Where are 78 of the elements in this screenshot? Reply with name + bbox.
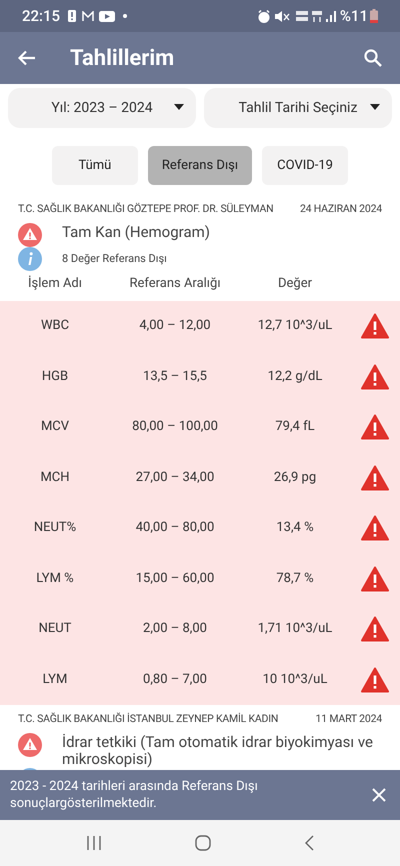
mail-icon	[82, 11, 94, 21]
warning-icon[interactable]	[361, 414, 389, 440]
test-code: LYM %	[35, 570, 75, 588]
out-of-range-count: 8 Değer Referans Dışı	[62, 250, 167, 266]
warning-icon[interactable]	[361, 616, 389, 642]
result-date: 11 MART 2024	[316, 710, 382, 726]
filter-tab[interactable]: COVID-19	[262, 146, 348, 185]
test-code: WBC	[40, 317, 70, 336]
test-name[interactable]: Tam Kan (Hemogram)	[62, 220, 210, 241]
result-value: 13,4 %	[275, 519, 315, 538]
reference-range: 4,00 – 12,00	[138, 317, 212, 336]
screen-title: Tahlillerim	[70, 44, 174, 72]
play-icon	[99, 10, 116, 22]
column-header: İşlem Adı	[27, 274, 83, 293]
home-icon[interactable]	[194, 835, 211, 851]
result-value: 78,7 %	[275, 570, 315, 588]
warning-icon[interactable]	[361, 566, 389, 592]
test-code: MCV	[40, 418, 70, 436]
mute-icon	[274, 10, 290, 22]
status-time: 22:15	[22, 6, 60, 27]
warning-icon[interactable]	[361, 464, 389, 490]
dropdown-caret-icon	[370, 104, 380, 110]
dropdown-caret-icon	[174, 104, 184, 110]
result-value: 79,4 fL	[274, 418, 316, 436]
back-arrow-icon[interactable]	[18, 50, 36, 66]
dot-icon	[123, 14, 128, 18]
result-value: 12,2 g/dL	[266, 368, 324, 386]
result-row[interactable]: MCV 80,00 – 100,00 79,4 fL	[0, 402, 400, 452]
column-header: Referans Aralığı	[128, 275, 222, 293]
reference-range: 13,5 – 15,5	[142, 368, 208, 386]
result-row[interactable]: NEUT 2,00 – 8,00 1,71 10^3/uL	[0, 604, 400, 654]
result-value: 26,9 pg	[272, 468, 318, 487]
test-name[interactable]: İdrar tetkiki (Tam otomatik idrar biyokimyası ve mikroskopisi)	[62, 730, 382, 768]
result-row[interactable]: LYM 0,80 – 7,00 10 10^3/uL	[0, 654, 400, 705]
filter-tab[interactable]: Referans Dışı	[148, 146, 252, 185]
test-code: NEUT	[38, 620, 72, 638]
result-date: 24 HAZIRAN 2024	[300, 201, 382, 217]
dropdown[interactable]: Yıl: 2023 – 2024	[8, 88, 196, 128]
alert-icon	[18, 732, 42, 756]
alert-icon	[18, 222, 42, 247]
reference-range: 40,00 – 80,00	[134, 519, 216, 538]
signal-icon	[326, 10, 336, 22]
column-header: Değer	[276, 275, 314, 293]
warning-icon[interactable]	[361, 515, 389, 541]
reference-range: 0,80 – 7,00	[142, 670, 208, 689]
warning-icon[interactable]	[361, 364, 389, 390]
result-row[interactable]: MCH 27,00 – 34,00 26,9 pg	[0, 452, 400, 503]
test-code: MCH	[39, 468, 71, 487]
result-value: 10 10^3/uL	[262, 670, 328, 689]
dropdown[interactable]: Tahlil Tarihi Seçiniz	[204, 88, 392, 128]
result-row[interactable]: NEUT% 40,00 – 80,00 13,4 %	[0, 502, 400, 554]
close-icon[interactable]	[372, 788, 386, 802]
recent-apps-icon[interactable]	[86, 836, 102, 850]
result-row[interactable]: WBC 4,00 – 12,00 12,7 10^3/uL	[0, 300, 400, 352]
result-value: 1,71 10^3/uL	[256, 620, 334, 638]
result-row[interactable]: LYM % 15,00 – 60,00 78,7 %	[0, 553, 400, 604]
test-code: HGB	[40, 368, 70, 386]
search-icon[interactable]	[364, 49, 382, 67]
reference-range: 15,00 – 60,00	[134, 570, 216, 588]
reference-range: 27,00 – 34,00	[134, 468, 216, 487]
test-code: LYM	[42, 670, 68, 689]
result-row[interactable]: HGB 13,5 – 15,5 12,2 g/dL	[0, 351, 400, 402]
back-icon[interactable]	[304, 835, 314, 851]
alarm-icon	[258, 10, 270, 22]
reference-range: 80,00 – 100,00	[131, 418, 219, 436]
test-code: NEUT%	[32, 519, 78, 538]
alert-notification-icon	[68, 10, 76, 22]
result-value: 12,7 10^3/uL	[256, 317, 334, 336]
info-icon	[18, 246, 42, 271]
warning-icon[interactable]	[361, 666, 389, 692]
battery-percent: %11	[340, 6, 368, 27]
hospital-name: T.C. SAĞLIK BAKANLIĞI GÖZTEPE PROF. DR. SÜLEYMAN	[18, 201, 274, 217]
reference-range: 2,00 – 8,00	[142, 620, 208, 638]
warning-icon[interactable]	[361, 313, 389, 339]
hospital-name: T.C. SAĞLIK BAKANLIĞI İSTANBUL ZEYNEP KAMİL KADIN	[18, 710, 278, 726]
snackbar-message: 2023 - 2024 tarihleri arasında Referans Dışı sonuçlargösterilmektedir.	[10, 778, 259, 812]
filter-tab[interactable]: Tümü	[52, 146, 138, 185]
battery-icon	[370, 9, 378, 23]
